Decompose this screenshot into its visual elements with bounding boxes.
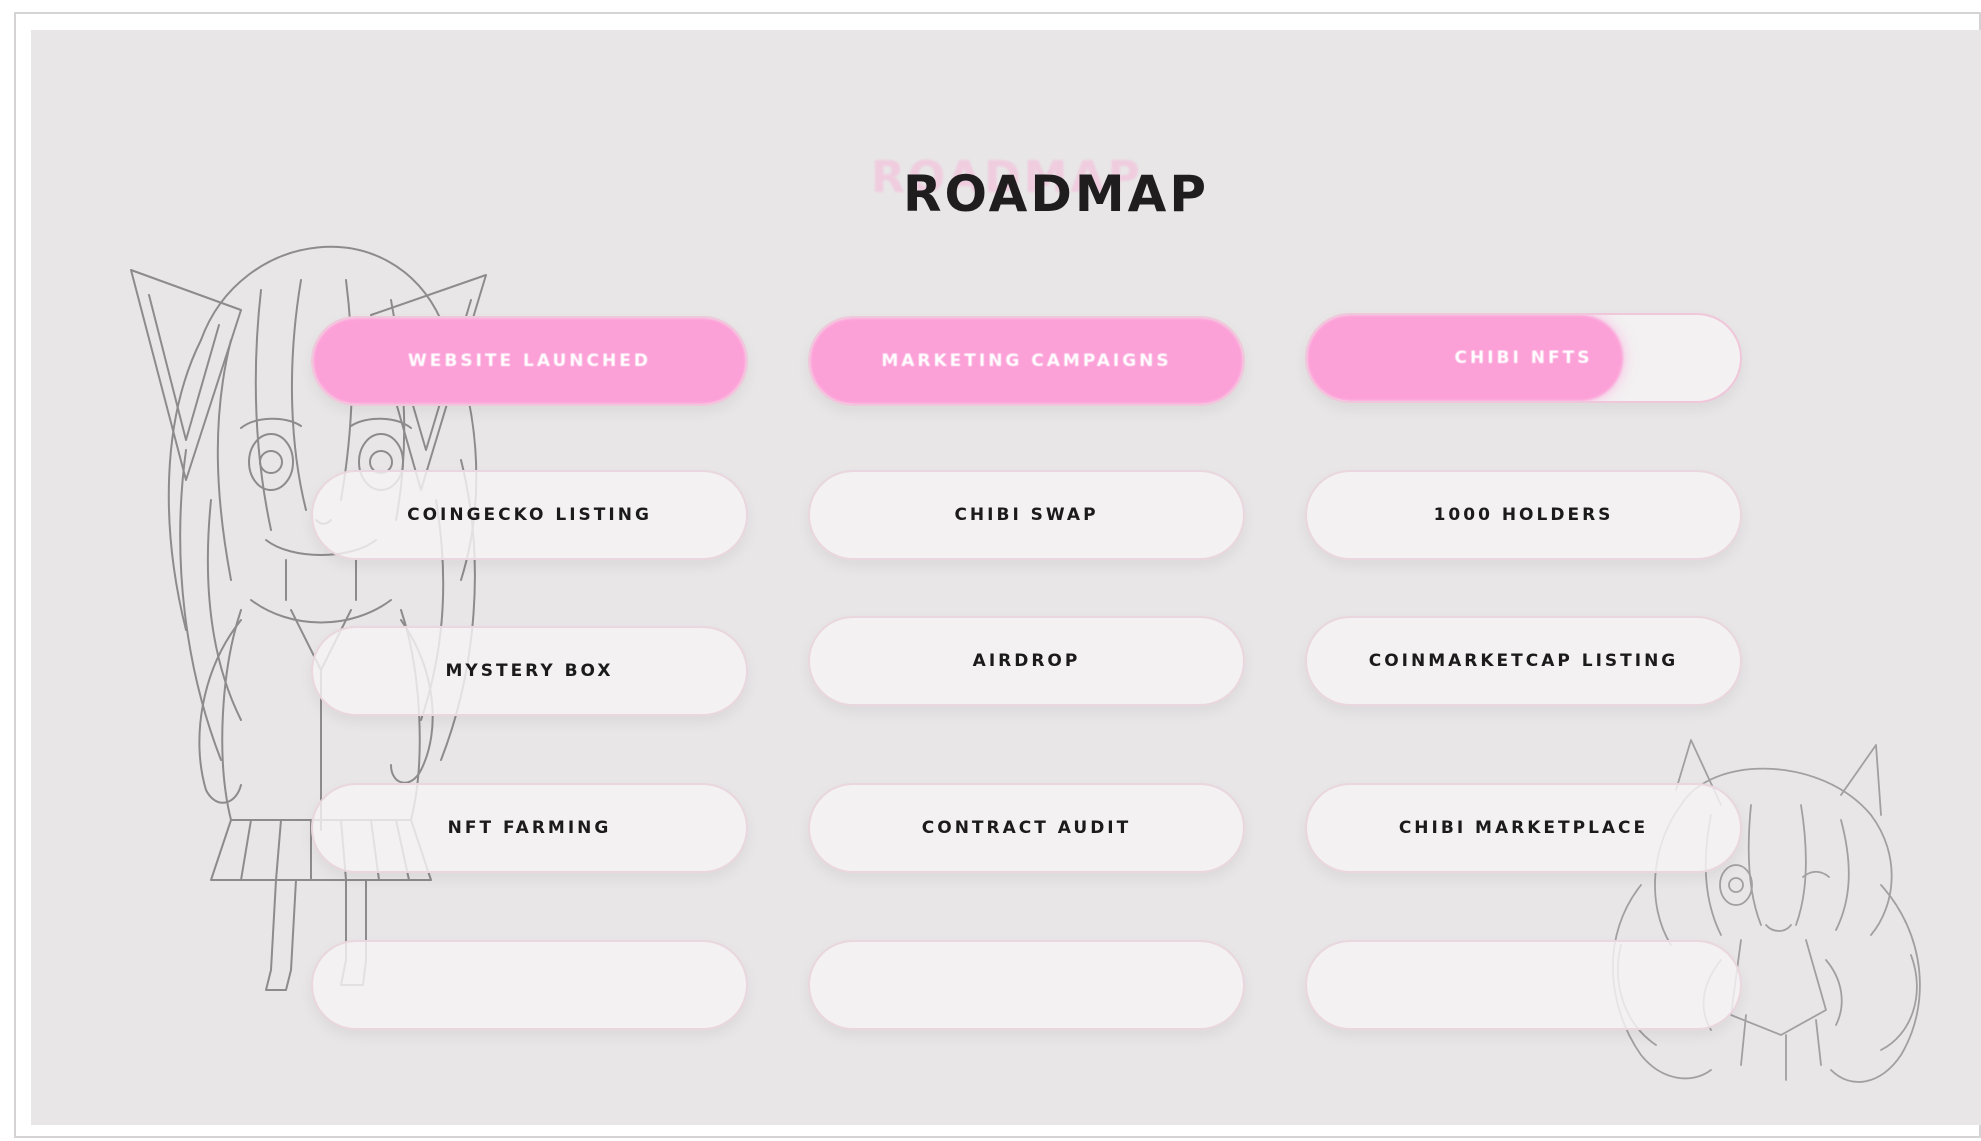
roadmap-item-empty[interactable] bbox=[311, 940, 748, 1030]
roadmap-item-chibi-marketplace[interactable]: CHIBI MARKETPLACE bbox=[1305, 783, 1742, 873]
roadmap-item-chibi-nfts[interactable]: CHIBI NFTS bbox=[1305, 313, 1742, 403]
roadmap-item-label: AIRDROP bbox=[972, 651, 1081, 671]
roadmap-item-label: CHIBI MARKETPLACE bbox=[1398, 818, 1649, 838]
roadmap-item-contract-audit[interactable]: CONTRACT AUDIT bbox=[808, 783, 1245, 873]
roadmap-item-empty[interactable] bbox=[808, 940, 1245, 1030]
roadmap-item-label: 1000 HOLDERS bbox=[1433, 505, 1614, 525]
roadmap-item-coingecko-listing[interactable]: COINGECKO LISTING bbox=[311, 470, 748, 560]
roadmap-item-1000-holders[interactable]: 1000 HOLDERS bbox=[1305, 470, 1742, 560]
roadmap-item-label: CHIBI SWAP bbox=[954, 505, 1099, 525]
roadmap-section: ROADMAP ROADMAP WEBSITE LAUNCHED COINGEC… bbox=[31, 30, 1981, 1125]
roadmap-item-label: CHIBI NFTS bbox=[1454, 348, 1593, 368]
roadmap-item-marketing-campaigns[interactable]: MARKETING CAMPAIGNS bbox=[808, 316, 1245, 406]
roadmap-item-label: WEBSITE LAUNCHED bbox=[408, 351, 651, 371]
roadmap-item-website-launched[interactable]: WEBSITE LAUNCHED bbox=[311, 316, 748, 406]
roadmap-item-label: MARKETING CAMPAIGNS bbox=[881, 351, 1172, 371]
roadmap-item-nft-farming[interactable]: NFT FARMING bbox=[311, 783, 748, 873]
roadmap-item-empty[interactable] bbox=[1305, 940, 1742, 1030]
roadmap-item-mystery-box[interactable]: MYSTERY BOX bbox=[311, 626, 748, 716]
roadmap-item-label: NFT FARMING bbox=[447, 818, 612, 838]
roadmap-item-label: CONTRACT AUDIT bbox=[921, 818, 1132, 838]
roadmap-item-coinmarketcap-listing[interactable]: COINMARKETCAP LISTING bbox=[1305, 616, 1742, 706]
roadmap-item-label: COINGECKO LISTING bbox=[407, 505, 652, 525]
roadmap-item-label: COINMARKETCAP LISTING bbox=[1368, 651, 1679, 671]
roadmap-item-airdrop[interactable]: AIRDROP bbox=[808, 616, 1245, 706]
roadmap-item-chibi-swap[interactable]: CHIBI SWAP bbox=[808, 470, 1245, 560]
roadmap-item-label: MYSTERY BOX bbox=[445, 661, 614, 681]
